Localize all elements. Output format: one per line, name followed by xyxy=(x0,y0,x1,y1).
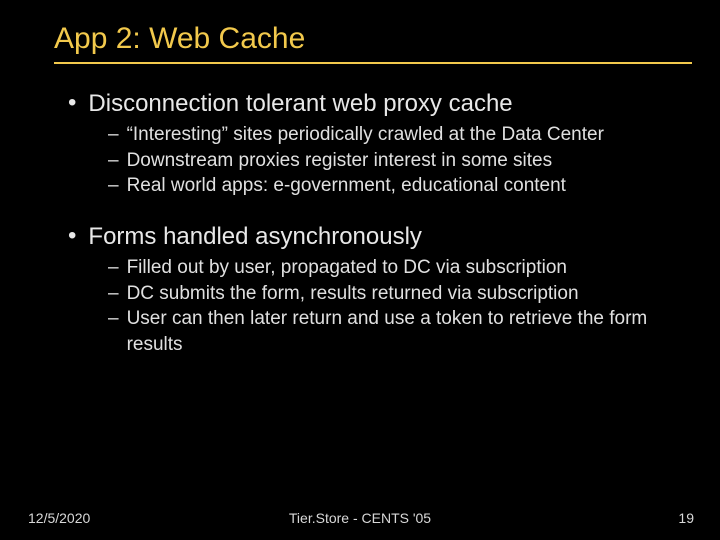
slide-footer: 12/5/2020 Tier.Store - CENTS '05 19 xyxy=(0,510,720,526)
bullet-text: Disconnection tolerant web proxy cache xyxy=(88,90,512,118)
bullet-dot-icon: • xyxy=(68,90,76,116)
sub-item: – User can then later return and use a t… xyxy=(108,306,680,357)
sub-list: – “Interesting” sites periodically crawl… xyxy=(108,122,680,199)
sub-item: – Filled out by user, propagated to DC v… xyxy=(108,255,680,281)
bullet-text: Forms handled asynchronously xyxy=(88,223,422,251)
dash-icon: – xyxy=(108,255,119,281)
sub-item: – Real world apps: e-government, educati… xyxy=(108,173,680,199)
sub-item-text: DC submits the form, results returned vi… xyxy=(127,281,680,307)
sub-item-text: User can then later return and use a tok… xyxy=(127,306,680,357)
sub-item-text: “Interesting” sites periodically crawled… xyxy=(127,122,680,148)
dash-icon: – xyxy=(108,122,119,148)
bullet-item: • Disconnection tolerant web proxy cache xyxy=(68,90,680,118)
footer-date: 12/5/2020 xyxy=(28,510,90,526)
footer-page-number: 19 xyxy=(678,510,694,526)
dash-icon: – xyxy=(108,281,119,307)
slide-content: • Disconnection tolerant web proxy cache… xyxy=(0,64,720,357)
slide-title: App 2: Web Cache xyxy=(0,0,720,62)
sub-item: – Downstream proxies register interest i… xyxy=(108,148,680,174)
dash-icon: – xyxy=(108,173,119,199)
footer-title: Tier.Store - CENTS '05 xyxy=(289,510,431,526)
sub-item: – “Interesting” sites periodically crawl… xyxy=(108,122,680,148)
dash-icon: – xyxy=(108,148,119,174)
bullet-dot-icon: • xyxy=(68,223,76,249)
dash-icon: – xyxy=(108,306,119,332)
sub-list: – Filled out by user, propagated to DC v… xyxy=(108,255,680,358)
sub-item-text: Filled out by user, propagated to DC via… xyxy=(127,255,680,281)
sub-item-text: Real world apps: e-government, education… xyxy=(127,173,680,199)
bullet-item: • Forms handled asynchronously xyxy=(68,223,680,251)
sub-item: – DC submits the form, results returned … xyxy=(108,281,680,307)
slide: App 2: Web Cache • Disconnection toleran… xyxy=(0,0,720,540)
sub-item-text: Downstream proxies register interest in … xyxy=(127,148,680,174)
